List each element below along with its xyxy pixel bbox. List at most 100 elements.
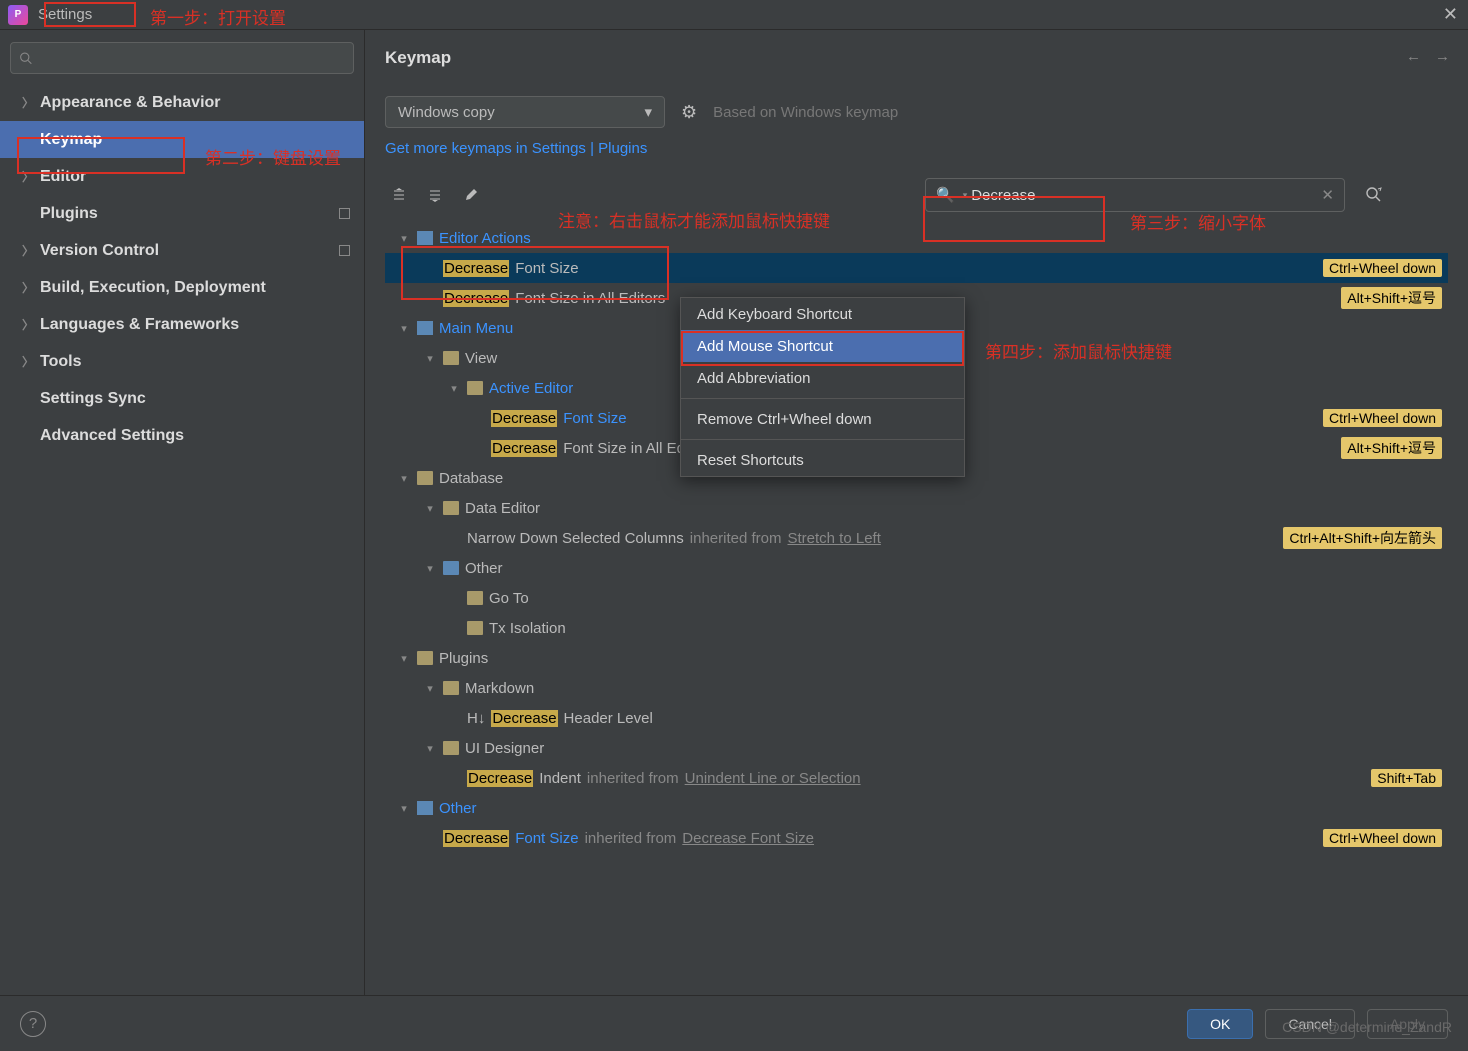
folder-icon xyxy=(443,351,459,365)
tree-twisty-icon[interactable]: ▾ xyxy=(423,562,437,575)
modified-icon xyxy=(339,208,350,219)
tree-label: Data Editor xyxy=(465,500,540,517)
nav-fwd-icon[interactable]: → xyxy=(1435,48,1450,65)
shortcut-badge: Shift+Tab xyxy=(1371,769,1442,787)
expand-all-icon[interactable] xyxy=(385,181,413,209)
search-highlight: Decrease xyxy=(491,710,557,727)
tree-row[interactable]: ▾Other xyxy=(385,553,1448,583)
tree-twisty-icon[interactable]: ▾ xyxy=(397,232,411,245)
chevron-right-icon: 〉 xyxy=(22,168,40,185)
tree-row[interactable]: Narrow Down Selected Columns inherited f… xyxy=(385,523,1448,553)
gear-icon[interactable]: ⚙ xyxy=(681,102,697,123)
inherited-link[interactable]: Decrease Font Size xyxy=(682,830,814,847)
tree-row[interactable]: ▾Markdown xyxy=(385,673,1448,703)
sidebar-item-build-execution-deployment[interactable]: 〉Build, Execution, Deployment xyxy=(0,269,364,306)
tree-twisty-icon[interactable]: ▾ xyxy=(397,472,411,485)
sidebar-item-label: Keymap xyxy=(40,131,102,149)
category-icon xyxy=(417,801,433,815)
menu-separator xyxy=(681,398,964,399)
menu-item-reset-shortcuts[interactable]: Reset Shortcuts xyxy=(681,444,964,476)
search-icon: 🔍 xyxy=(936,186,955,204)
tree-twisty-icon[interactable]: ▾ xyxy=(423,682,437,695)
tree-row[interactable]: ▾UI Designer xyxy=(385,733,1448,763)
tree-label: Go To xyxy=(489,590,529,607)
based-on-label: Based on Windows keymap xyxy=(713,104,898,121)
sidebar-item-label: Build, Execution, Deployment xyxy=(40,279,266,297)
sidebar-item-label: Languages & Frameworks xyxy=(40,316,239,334)
modified-icon xyxy=(339,245,350,256)
sidebar-item-label: Editor xyxy=(40,168,86,186)
sidebar-item-label: Plugins xyxy=(40,205,98,223)
close-icon[interactable]: ✕ xyxy=(1443,4,1458,25)
nav-back-icon[interactable]: ← xyxy=(1406,48,1421,65)
sidebar-item-label: Appearance & Behavior xyxy=(40,94,221,112)
tree-row[interactable]: Tx Isolation xyxy=(385,613,1448,643)
tree-row[interactable]: ▾Other xyxy=(385,793,1448,823)
shortcut-badge: Ctrl+Wheel down xyxy=(1323,829,1442,847)
sidebar-item-tools[interactable]: 〉Tools xyxy=(0,343,364,380)
folder-icon xyxy=(443,741,459,755)
find-by-shortcut-icon[interactable] xyxy=(1361,182,1387,208)
folder-icon xyxy=(467,381,483,395)
tree-twisty-icon[interactable]: ▾ xyxy=(397,322,411,335)
tree-label: Active Editor xyxy=(489,380,573,397)
tree-row[interactable]: ▾ Data Editor xyxy=(385,493,1448,523)
search-highlight: Decrease xyxy=(491,410,557,427)
ok-button[interactable]: OK xyxy=(1187,1009,1253,1039)
sidebar-item-plugins[interactable]: Plugins xyxy=(0,195,364,232)
titlebar: P Settings ✕ xyxy=(0,0,1468,30)
folder-icon xyxy=(443,561,459,575)
tree-row[interactable]: Decrease Font Size inherited from Decrea… xyxy=(385,823,1448,853)
settings-search-input[interactable] xyxy=(38,50,345,66)
chevron-right-icon: 〉 xyxy=(22,316,40,333)
menu-item-add-keyboard-shortcut[interactable]: Add Keyboard Shortcut xyxy=(681,298,964,330)
action-search-input[interactable] xyxy=(971,187,1321,204)
shortcut-badge: Alt+Shift+逗号 xyxy=(1341,287,1442,309)
tree-twisty-icon[interactable]: ▾ xyxy=(423,742,437,755)
chevron-down-icon: ▾ xyxy=(644,103,652,121)
tree-row[interactable]: Go To xyxy=(385,583,1448,613)
tree-twisty-icon[interactable]: ▾ xyxy=(423,352,437,365)
tree-row[interactable]: H↓ Decrease Header Level xyxy=(385,703,1448,733)
menu-item-add-mouse-shortcut[interactable]: Add Mouse Shortcut xyxy=(681,330,964,362)
menu-item-add-abbreviation[interactable]: Add Abbreviation xyxy=(681,362,964,394)
tree-label: Header Level xyxy=(564,710,653,727)
sidebar-item-editor[interactable]: 〉Editor xyxy=(0,158,364,195)
get-more-keymaps-link[interactable]: Get more keymaps in Settings | Plugins xyxy=(385,140,647,157)
edit-icon[interactable] xyxy=(457,181,485,209)
tree-label: Plugins xyxy=(439,650,488,667)
sidebar-item-appearance-behavior[interactable]: 〉Appearance & Behavior xyxy=(0,84,364,121)
tree-twisty-icon[interactable]: ▾ xyxy=(447,382,461,395)
sidebar-item-languages-frameworks[interactable]: 〉Languages & Frameworks xyxy=(0,306,364,343)
tree-row[interactable]: Decrease Indent inherited from Unindent … xyxy=(385,763,1448,793)
sidebar-item-version-control[interactable]: 〉Version Control xyxy=(0,232,364,269)
tree-twisty-icon[interactable]: ▾ xyxy=(423,502,437,515)
folder-icon xyxy=(467,591,483,605)
tree-label: View xyxy=(465,350,497,367)
tree-twisty-icon[interactable]: ▾ xyxy=(397,802,411,815)
sidebar-item-advanced-settings[interactable]: Advanced Settings xyxy=(0,417,364,454)
inherited-link[interactable]: Stretch to Left xyxy=(787,530,880,547)
search-highlight: Decrease xyxy=(443,290,509,307)
sidebar-item-settings-sync[interactable]: Settings Sync xyxy=(0,380,364,417)
tree-row[interactable]: Decrease Font SizeCtrl+Wheel down xyxy=(385,253,1448,283)
sidebar-item-label: Advanced Settings xyxy=(40,427,184,445)
clear-icon[interactable]: ✕ xyxy=(1321,186,1334,204)
sidebar-item-label: Version Control xyxy=(40,242,159,260)
inherited-link[interactable]: Unindent Line or Selection xyxy=(685,770,861,787)
settings-search[interactable] xyxy=(10,42,354,74)
help-button[interactable]: ? xyxy=(20,1011,46,1037)
shortcut-badge: Ctrl+Alt+Shift+向左箭头 xyxy=(1283,527,1442,549)
collapse-all-icon[interactable] xyxy=(421,181,449,209)
tree-row[interactable]: ▾Editor Actions xyxy=(385,223,1448,253)
tree-row[interactable]: ▾ Plugins xyxy=(385,643,1448,673)
sidebar-item-label: Tools xyxy=(40,353,81,371)
nav-arrows: ← → xyxy=(1406,48,1450,65)
keymap-toolbar: 🔍 ▾ ✕ xyxy=(385,181,1448,209)
menu-item-remove-ctrl-wheel-down[interactable]: Remove Ctrl+Wheel down xyxy=(681,403,964,435)
folder-icon xyxy=(443,681,459,695)
sidebar-item-keymap[interactable]: Keymap xyxy=(0,121,364,158)
tree-twisty-icon[interactable]: ▾ xyxy=(397,652,411,665)
action-search[interactable]: 🔍 ▾ ✕ xyxy=(925,178,1345,212)
keymap-select[interactable]: Windows copy ▾ xyxy=(385,96,665,128)
